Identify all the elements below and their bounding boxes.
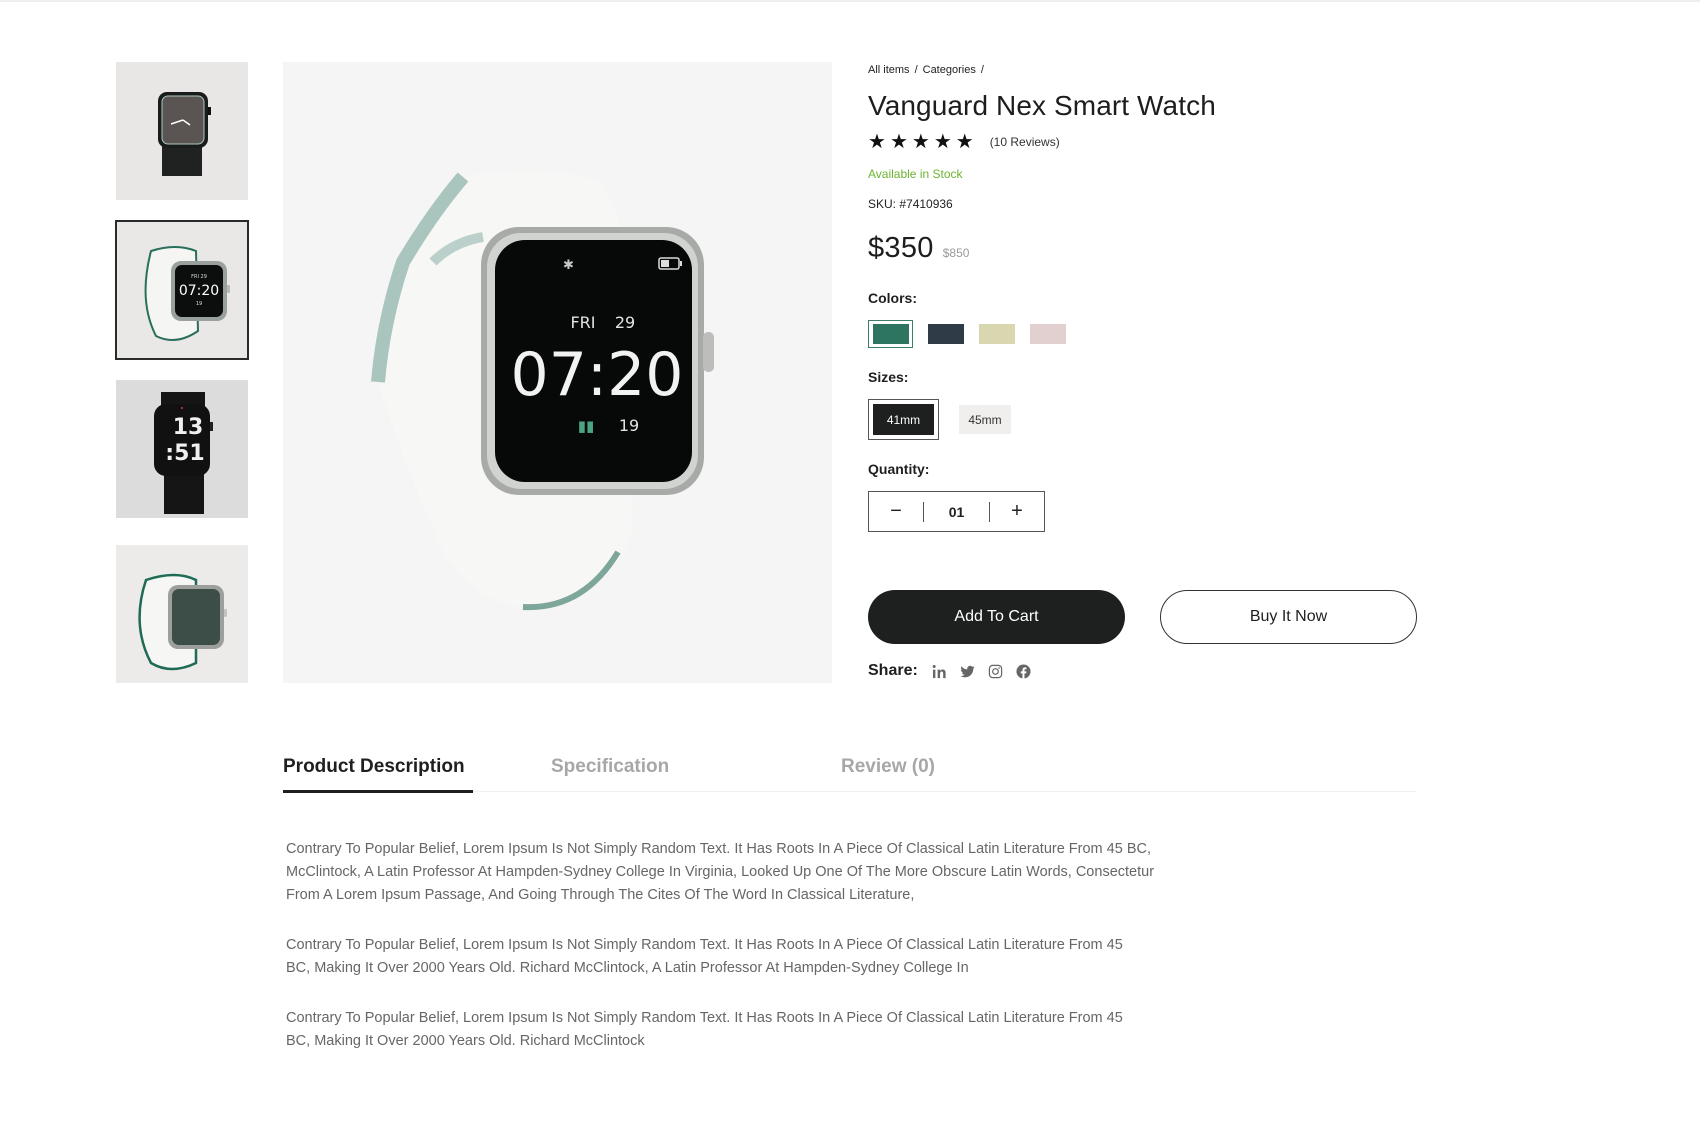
colors-label: Colors: (868, 290, 917, 306)
quantity-input[interactable]: 01 (924, 504, 989, 520)
original-price: $850 (942, 246, 970, 260)
star-rating: ★ ★ ★ ★ ★ (868, 132, 974, 152)
share-row: Share: (868, 662, 1032, 680)
add-to-cart-button[interactable]: Add To Cart (868, 590, 1125, 644)
top-border (0, 0, 1700, 2)
price-row: $350 $850 (868, 232, 969, 265)
star-icon: ★ (911, 131, 930, 153)
description-paragraph: Contrary To Popular Belief, Lorem Ipsum … (286, 937, 1123, 976)
current-price: $350 (868, 232, 934, 264)
decrement-button[interactable]: − (869, 492, 923, 531)
sku-label: SKU: #7410936 (868, 197, 953, 211)
star-icon: ★ (868, 131, 886, 153)
thumbnail-2[interactable]: FRI 29 07:20 19 (115, 220, 249, 360)
thumbnail-1[interactable] (116, 62, 248, 200)
tab-product-description[interactable]: Product Description (283, 756, 465, 778)
star-icon: ★ (889, 131, 908, 153)
swatch-fill (979, 324, 1015, 344)
product-rating: ★ ★ ★ ★ ★ (10 Reviews) (868, 132, 1060, 152)
description-paragraph: Contrary To Popular Belief, Lorem Ipsum … (286, 1010, 1123, 1049)
size-label: 41mm (873, 404, 934, 435)
smartwatch-main-image: ✱ FRI 29 07:20 ▮▮ 19 (283, 62, 832, 683)
quantity-label: Quantity: (868, 461, 930, 477)
watch-black-image: 13 :51 (116, 380, 248, 518)
stock-status: Available in Stock (868, 167, 963, 181)
reviews-count-link[interactable]: (10 Reviews) (990, 135, 1060, 149)
star-icon: ★ (933, 131, 952, 153)
sizes-label: Sizes: (868, 369, 909, 385)
color-swatches (868, 320, 1066, 348)
instagram-icon[interactable] (988, 663, 1004, 679)
screen-day: FRI (570, 313, 595, 332)
size-options: 41mm 45mm (868, 399, 1011, 440)
screen-time: 07:20 (511, 340, 684, 410)
bluetooth-icon: ✱ (563, 258, 574, 273)
product-tabs: Product Description Specification Review… (283, 752, 1416, 793)
breadcrumb: All items / Categories / (868, 64, 989, 76)
color-swatch-green[interactable] (868, 320, 913, 348)
facebook-icon[interactable] (1016, 663, 1032, 679)
tab-specification[interactable]: Specification (551, 756, 669, 778)
screen-steps: 19 (619, 416, 639, 435)
star-icon: ★ (955, 131, 974, 153)
battery-icon (661, 260, 669, 267)
product-description: Contrary To Popular Belief, Lorem Ipsum … (286, 838, 1186, 1080)
breadcrumb-separator: / (980, 64, 984, 76)
share-label: Share: (868, 662, 918, 679)
product-title: Vanguard Nex Smart Watch (868, 90, 1216, 121)
thumb2-time-text: 07:20 (179, 283, 219, 299)
watch-dark-image (116, 62, 248, 200)
tab-review[interactable]: Review (0) (841, 756, 935, 778)
linkedin-icon[interactable] (932, 663, 948, 679)
svg-text:13: 13 (173, 415, 204, 440)
description-paragraph: Contrary To Popular Belief, Lorem Ipsum … (286, 841, 1155, 903)
swatch-fill (928, 324, 964, 344)
watch-screen-off-image (116, 545, 248, 683)
color-swatch-blush[interactable] (1030, 320, 1066, 348)
svg-text::51: :51 (165, 441, 204, 466)
screen-date: 29 (615, 313, 635, 332)
minus-icon: − (890, 500, 902, 522)
twitter-icon[interactable] (960, 663, 976, 679)
size-option-45mm[interactable]: 45mm (959, 405, 1011, 434)
breadcrumb-categories[interactable]: Categories (923, 64, 976, 76)
watch-white-band-image: FRI 29 07:20 19 (116, 221, 248, 359)
color-swatch-navy[interactable] (928, 320, 964, 348)
svg-text:FRI 29: FRI 29 (191, 274, 207, 280)
breadcrumb-all-items[interactable]: All items (868, 64, 910, 76)
breadcrumb-separator: / (914, 64, 918, 76)
steps-icon: ▮▮ (578, 417, 595, 435)
quantity-stepper: − 01 + (868, 491, 1045, 532)
svg-text:19: 19 (196, 301, 202, 307)
buy-now-button[interactable]: Buy It Now (1160, 590, 1417, 644)
thumbnail-3[interactable]: 13 :51 (116, 380, 248, 518)
plus-icon: + (1011, 500, 1023, 522)
thumbnail-4[interactable] (116, 545, 248, 683)
size-option-41mm[interactable]: 41mm (868, 399, 939, 440)
swatch-fill (1030, 324, 1066, 344)
main-product-image: ✱ FRI 29 07:20 ▮▮ 19 (283, 62, 832, 683)
increment-button[interactable]: + (990, 492, 1044, 531)
color-swatch-sage[interactable] (979, 320, 1015, 348)
active-tab-indicator (283, 790, 473, 793)
swatch-fill (872, 324, 909, 344)
